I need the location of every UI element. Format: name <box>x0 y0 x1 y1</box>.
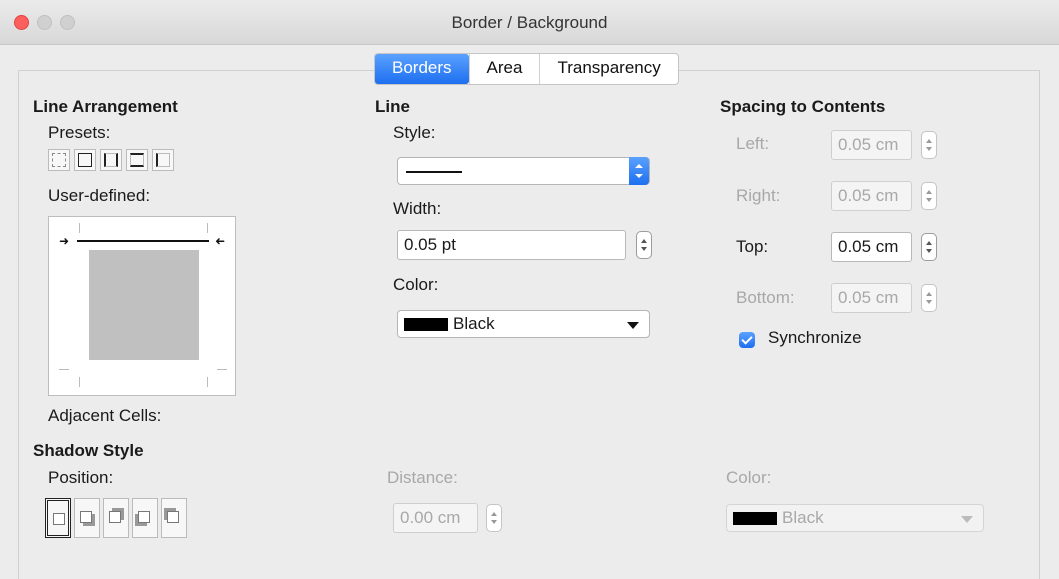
synchronize-label: Synchronize <box>768 328 862 347</box>
color-label: Color: <box>393 275 439 294</box>
preset-top-bottom-button[interactable] <box>126 149 148 171</box>
shadow-none-icon <box>53 513 65 525</box>
top-spacing-stepper[interactable] <box>921 233 937 261</box>
right-label: Right: <box>736 186 781 205</box>
line-width-field[interactable]: 0.05 pt <box>397 230 626 260</box>
shadow-bottom-right-button[interactable] <box>74 498 100 538</box>
shadow-color-value: Black <box>782 508 824 527</box>
left-spacing-stepper[interactable] <box>921 131 937 159</box>
preset-all-borders-button[interactable] <box>74 149 96 171</box>
line-arrangement-heading: Line Arrangement <box>33 97 178 116</box>
right-spacing-stepper[interactable] <box>921 182 937 210</box>
top-spacing-field[interactable]: 0.05 cm <box>831 232 912 262</box>
arrow-right-icon: ➜ <box>59 234 70 248</box>
corner-tick <box>59 369 69 370</box>
presets-label: Presets: <box>48 123 111 142</box>
corner-tick <box>79 377 80 387</box>
shadow-distance-stepper[interactable] <box>486 504 502 532</box>
preset-top-bottom-icon <box>130 153 144 167</box>
line-width-stepper[interactable] <box>636 231 652 259</box>
corner-tick <box>207 377 208 387</box>
preset-left-right-icon <box>104 153 118 167</box>
presets-group <box>48 149 174 171</box>
line-color-select[interactable]: Black <box>397 310 650 338</box>
shadow-color-select[interactable]: Black <box>726 504 984 532</box>
line-style-select[interactable] <box>397 157 650 185</box>
window-title: Border / Background <box>451 13 608 32</box>
cell-preview <box>89 250 199 360</box>
corner-tick <box>79 223 80 233</box>
tab-borders[interactable]: Borders <box>375 54 469 84</box>
preset-none-icon <box>52 153 66 167</box>
preset-left-only-icon <box>156 153 170 167</box>
line-style-sample <box>406 171 462 173</box>
top-label: Top: <box>736 237 769 256</box>
right-spacing-field[interactable]: 0.05 cm <box>831 181 912 211</box>
bottom-spacing-field[interactable]: 0.05 cm <box>831 283 912 313</box>
user-defined-label: User-defined: <box>48 186 151 205</box>
shadow-top-right-button[interactable] <box>103 498 129 538</box>
line-color-value: Black <box>453 314 495 333</box>
shadow-position-group <box>45 498 187 538</box>
adjacent-cells-label: Adjacent Cells: <box>48 406 162 425</box>
shadow-box-icon <box>80 511 92 523</box>
shadow-style-heading: Shadow Style <box>33 441 144 460</box>
arrow-left-icon: ➜ <box>215 234 226 248</box>
tab-bar: Borders Area Transparency <box>374 53 679 85</box>
shadow-box-icon <box>109 511 121 523</box>
position-label: Position: <box>48 468 114 487</box>
left-label: Left: <box>736 134 770 153</box>
preset-left-right-button[interactable] <box>100 149 122 171</box>
shadow-none-button[interactable] <box>45 498 71 538</box>
corner-tick <box>217 369 227 370</box>
corner-tick <box>207 223 208 233</box>
preset-all-borders-icon <box>78 153 92 167</box>
shadow-bottom-left-button[interactable] <box>132 498 158 538</box>
title-bar: Border / Background <box>0 0 1059 45</box>
dropdown-arrow-icon <box>961 516 973 523</box>
style-label: Style: <box>393 123 436 142</box>
tab-transparency[interactable]: Transparency <box>539 54 677 84</box>
distance-label: Distance: <box>387 468 458 487</box>
dropdown-arrow-icon <box>627 322 639 329</box>
bottom-spacing-stepper[interactable] <box>921 284 937 312</box>
black-swatch <box>733 512 777 525</box>
top-border-line[interactable] <box>77 240 209 242</box>
user-defined-border-preview[interactable]: ➜ ➜ <box>48 216 236 396</box>
shadow-top-left-button[interactable] <box>161 498 187 538</box>
tab-area[interactable]: Area <box>468 54 540 84</box>
select-updown-icon <box>629 157 649 185</box>
shadow-box-icon <box>167 511 179 523</box>
shadow-box-icon <box>138 511 150 523</box>
preset-none-button[interactable] <box>48 149 70 171</box>
shadow-distance-field[interactable]: 0.00 cm <box>393 503 478 533</box>
left-spacing-field[interactable]: 0.05 cm <box>831 130 912 160</box>
bottom-label: Bottom: <box>736 288 795 307</box>
synchronize-checkbox[interactable] <box>739 332 755 348</box>
preset-left-only-button[interactable] <box>152 149 174 171</box>
black-swatch <box>404 318 448 331</box>
line-heading: Line <box>375 97 410 116</box>
width-label: Width: <box>393 199 442 218</box>
spacing-heading: Spacing to Contents <box>720 97 886 116</box>
shadow-color-label: Color: <box>726 468 772 487</box>
